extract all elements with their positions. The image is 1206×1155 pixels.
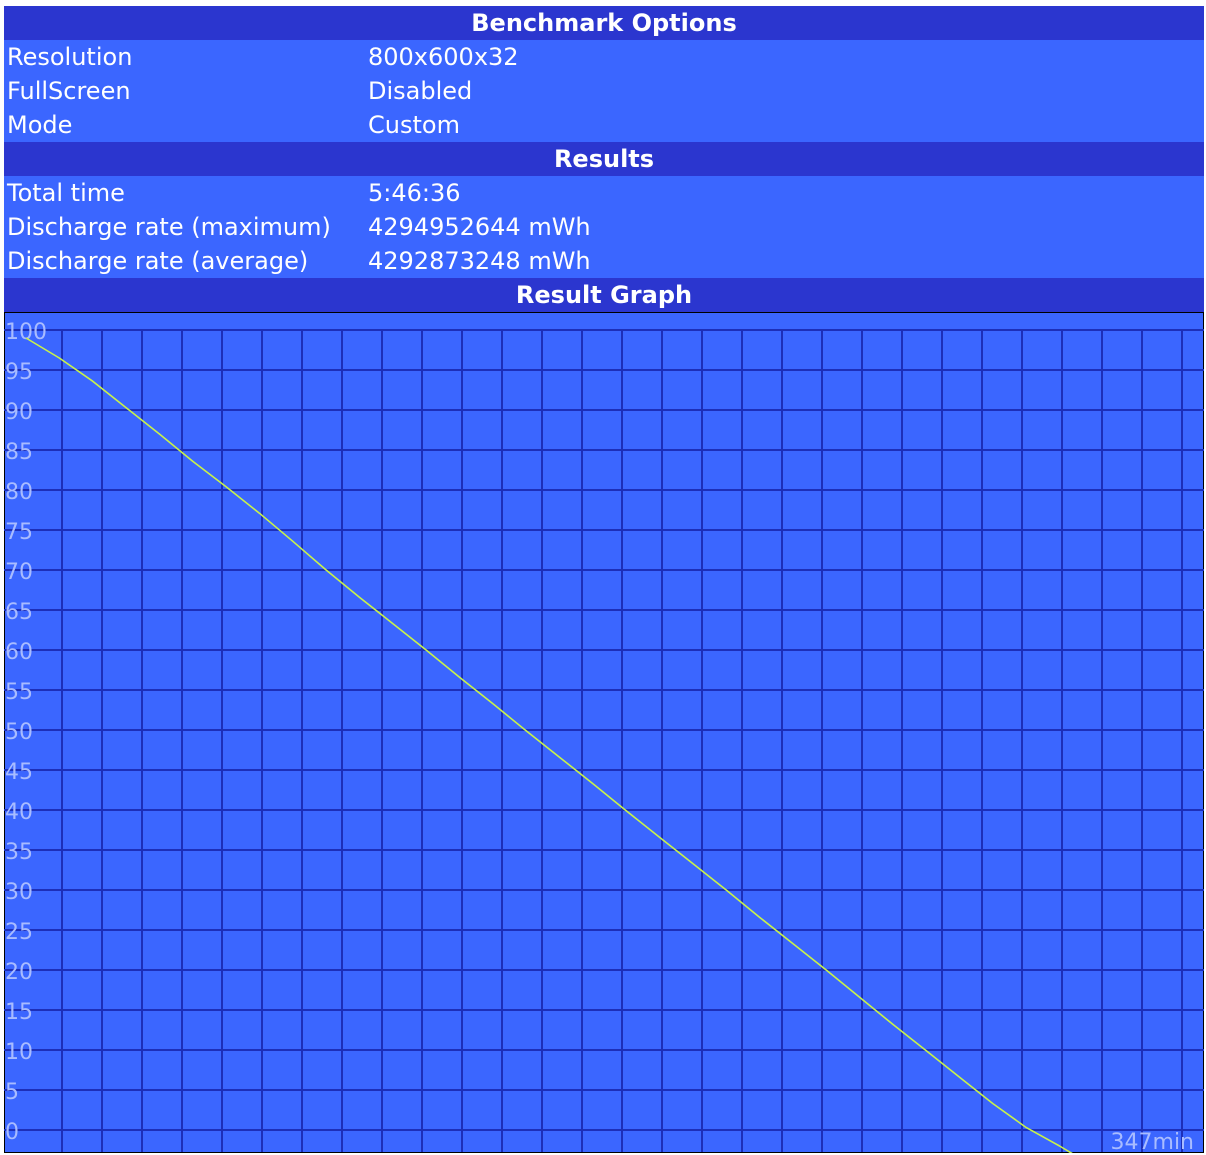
y-tick-label: 70 <box>5 560 33 585</box>
benchmark-report: Benchmark Options Resolution 800x600x32 … <box>4 6 1204 312</box>
y-tick-label: 45 <box>5 760 33 785</box>
y-tick-label: 15 <box>5 1000 33 1025</box>
result-row-discharge-avg: Discharge rate (average) 4292873248 mWh <box>4 244 1204 278</box>
y-tick-label: 25 <box>5 920 33 945</box>
discharge-line <box>25 337 1073 1153</box>
option-label: Mode <box>7 111 73 139</box>
results-header: Results <box>4 142 1204 176</box>
result-value: 5:46:36 <box>368 179 461 207</box>
result-graph: 100 95 90 85 80 75 70 65 60 55 50 45 40 35 30 25 20 15 10 5… <box>4 312 1204 1153</box>
result-row-total-time: Total time 5:46:36 <box>4 176 1204 210</box>
result-graph-header: Result Graph <box>4 278 1204 312</box>
option-row-resolution: Resolution 800x600x32 <box>4 40 1204 74</box>
y-tick-label: 40 <box>5 800 33 825</box>
result-label: Discharge rate (average) <box>7 247 309 275</box>
y-tick-label: 80 <box>5 480 33 505</box>
option-row-fullscreen: FullScreen Disabled <box>4 74 1204 108</box>
y-tick-label: 100 <box>5 320 47 345</box>
option-label: Resolution <box>7 43 133 71</box>
y-tick-label: 90 <box>5 400 33 425</box>
result-label: Total time <box>7 179 125 207</box>
x-end-label: 347min <box>1111 1130 1194 1153</box>
option-value: Custom <box>368 111 460 139</box>
result-label: Discharge rate (maximum) <box>7 213 331 241</box>
result-value: 4292873248 mWh <box>368 247 591 275</box>
y-tick-label: 60 <box>5 640 33 665</box>
y-tick-label: 55 <box>5 680 33 705</box>
graph-frame <box>4 312 1204 1153</box>
y-tick-label: 20 <box>5 960 33 985</box>
y-tick-label: 0 <box>5 1120 19 1145</box>
result-value: 4294952644 mWh <box>368 213 591 241</box>
y-tick-label: 75 <box>5 520 33 545</box>
y-tick-label: 85 <box>5 440 33 465</box>
result-row-discharge-max: Discharge rate (maximum) 4294952644 mWh <box>4 210 1204 244</box>
option-value: 800x600x32 <box>368 43 519 71</box>
battery-discharge-chart: 1009590858075706560555045403530252015105… <box>4 312 1204 1153</box>
option-row-mode: Mode Custom <box>4 108 1204 142</box>
y-tick-label: 50 <box>5 720 33 745</box>
y-tick-label: 65 <box>5 600 33 625</box>
y-tick-label: 35 <box>5 840 33 865</box>
y-tick-label: 5 <box>5 1080 19 1105</box>
option-value: Disabled <box>368 77 473 105</box>
option-label: FullScreen <box>7 77 131 105</box>
y-tick-label: 10 <box>5 1040 33 1065</box>
y-tick-label: 30 <box>5 880 33 905</box>
y-tick-label: 95 <box>5 360 33 385</box>
benchmark-options-header: Benchmark Options <box>4 6 1204 40</box>
